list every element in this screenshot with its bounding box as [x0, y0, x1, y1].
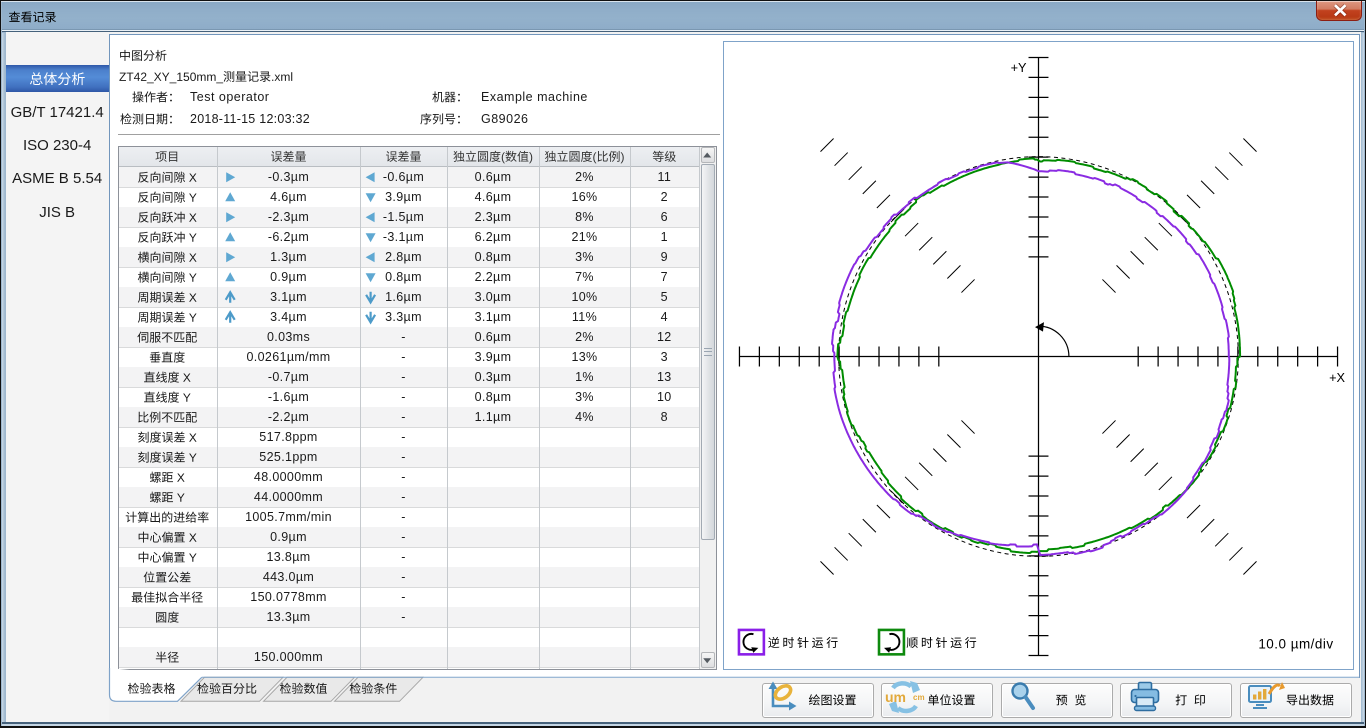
svg-text:cm: cm: [913, 693, 925, 702]
svg-text:+Y: +Y: [1010, 60, 1026, 75]
svg-text:+X: +X: [1329, 369, 1345, 384]
svg-text:um: um: [885, 689, 906, 705]
svg-text:10.0 µm/div: 10.0 µm/div: [1258, 636, 1333, 651]
